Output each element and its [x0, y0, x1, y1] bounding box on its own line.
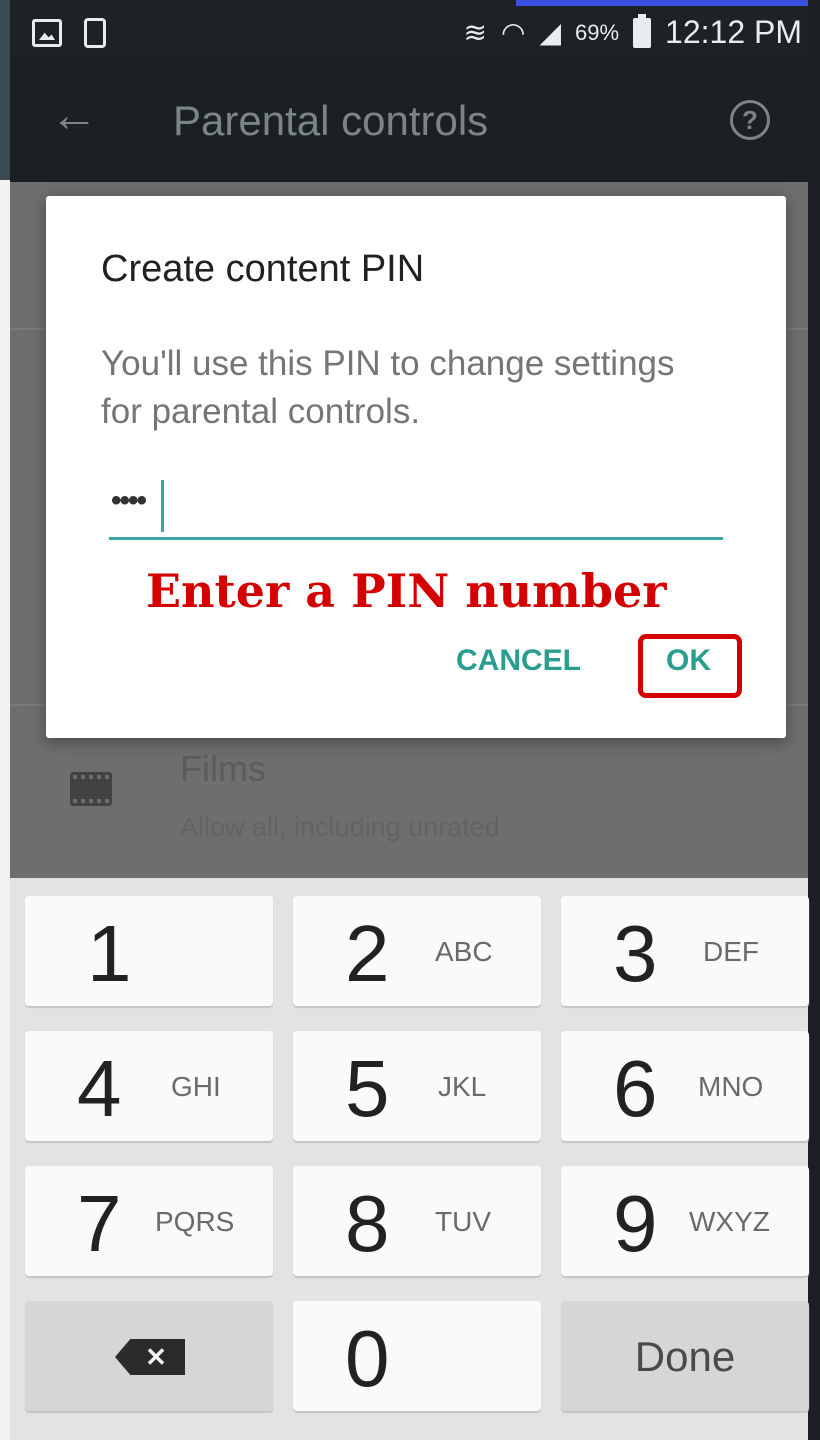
key-3[interactable]: 3 DEF	[561, 896, 809, 1006]
key-8[interactable]: 8 TUV	[293, 1166, 541, 1276]
backspace-key[interactable]: ✕	[25, 1301, 273, 1411]
key-6[interactable]: 6 MNO	[561, 1031, 809, 1141]
annotation-label: Enter a PIN number	[146, 564, 667, 618]
vibrate-icon: ≋	[463, 17, 487, 48]
key-letters: JKL	[438, 1071, 487, 1102]
text-caret	[161, 480, 164, 532]
key-digit: 7	[77, 1179, 122, 1268]
key-digit: 5	[345, 1044, 390, 1133]
backspace-icon: ✕	[115, 1339, 185, 1375]
key-letters: WXYZ	[689, 1206, 770, 1237]
key-1[interactable]: 1	[25, 896, 273, 1006]
key-digit: 1	[87, 909, 132, 998]
key-9[interactable]: 9 WXYZ	[561, 1166, 809, 1276]
phone-icon	[84, 18, 106, 48]
film-icon	[70, 772, 112, 806]
key-letters: TUV	[435, 1206, 491, 1237]
key-digit: 3	[613, 909, 658, 998]
key-letters: MNO	[698, 1071, 764, 1102]
key-digit: 8	[345, 1179, 390, 1268]
battery-percent: 69%	[574, 19, 620, 45]
done-label: Done	[634, 1333, 736, 1380]
key-letters: DEF	[703, 936, 759, 967]
status-bar: ≋ ◠ ◢ 69% 12:12 PM	[10, 6, 808, 58]
app-bar: ← Parental controls ?	[10, 58, 808, 182]
ok-button[interactable]: OK	[666, 644, 711, 678]
create-pin-dialog: Create content PIN You'll use this PIN t…	[46, 196, 786, 738]
left-frame-strip	[0, 0, 10, 1440]
key-0[interactable]: 0	[293, 1301, 541, 1411]
key-5[interactable]: 5 JKL	[293, 1031, 541, 1141]
key-digit: 6	[613, 1044, 658, 1133]
key-digit: 2	[345, 909, 390, 998]
key-digit: 4	[77, 1044, 122, 1133]
cancel-button[interactable]: CANCEL	[456, 644, 581, 678]
key-digit: 9	[613, 1179, 658, 1268]
done-key[interactable]: Done	[561, 1301, 809, 1411]
key-2[interactable]: 2 ABC	[293, 896, 541, 1006]
key-4[interactable]: 4 GHI	[25, 1031, 273, 1141]
key-letters: GHI	[171, 1071, 221, 1102]
dialog-message: You'll use this PIN to change settings f…	[101, 344, 675, 431]
key-letters: ABC	[435, 936, 493, 967]
arrow-left-icon[interactable]: ←	[50, 86, 98, 146]
question-circle-icon[interactable]: ?	[730, 100, 770, 140]
key-digit: 0	[345, 1314, 390, 1403]
key-letters: PQRS	[155, 1206, 235, 1237]
battery-icon	[633, 13, 652, 48]
pin-value: ••••	[111, 484, 147, 517]
signal-icon: ◢	[539, 17, 561, 48]
dialog-title: Create content PIN	[101, 248, 425, 290]
clock: 12:12 PM	[665, 14, 802, 50]
numeric-keypad: 1 2 ABC 3 DEF 4 GHI 5 JKL 6 MNO 7 PQRS 8…	[10, 878, 809, 1440]
films-title[interactable]: Films	[180, 748, 266, 790]
image-icon	[32, 19, 62, 47]
right-frame-strip	[808, 0, 820, 1440]
pin-input[interactable]: ••••	[109, 474, 723, 540]
films-subtitle: Allow all, including unrated	[180, 812, 500, 842]
wifi-icon: ◠	[501, 17, 526, 48]
key-7[interactable]: 7 PQRS	[25, 1166, 273, 1276]
page-title: Parental controls	[173, 97, 489, 144]
